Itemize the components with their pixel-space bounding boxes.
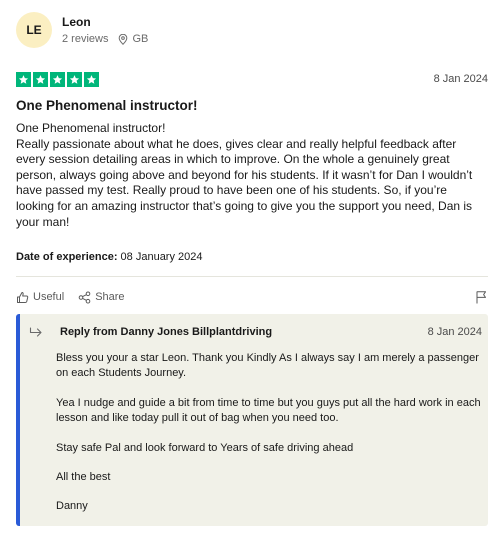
reviewer-meta: 2 reviews GB xyxy=(62,33,148,46)
date-of-experience-value: 08 January 2024 xyxy=(120,251,203,263)
reviewer-header: LE Leon 2 reviews GB xyxy=(16,12,148,48)
reply-date: 8 Jan 2024 xyxy=(427,326,482,338)
star-icon xyxy=(33,71,48,87)
reply-paragraph: Bless you your a star Leon. Thank you Ki… xyxy=(56,352,479,380)
reply-paragraph: All the best xyxy=(56,471,111,484)
divider xyxy=(16,276,488,277)
reply-author: Reply from Danny Jones Billplantdriving xyxy=(60,326,273,338)
reply-paragraph: Stay safe Pal and look forward to Years … xyxy=(56,441,354,454)
rating-row: 8 Jan 2024 xyxy=(16,70,488,88)
star-icon xyxy=(16,71,31,87)
star-icon xyxy=(67,71,82,87)
flag-icon[interactable] xyxy=(475,290,488,304)
date-of-experience: Date of experience: 08 January 2024 xyxy=(16,251,203,263)
review-body-line: Really passionate about what he does, gi… xyxy=(16,136,473,229)
share-label: Share xyxy=(95,291,125,303)
star-rating xyxy=(16,71,99,87)
review-date: 8 Jan 2024 xyxy=(433,73,488,85)
share-icon xyxy=(78,291,91,304)
share-button[interactable]: Share xyxy=(78,291,125,304)
review-actions: Useful Share xyxy=(16,288,488,306)
review-title: One Phenomenal instructor! xyxy=(16,98,198,113)
useful-label: Useful xyxy=(33,291,65,303)
review-count: 2 reviews xyxy=(62,32,109,45)
avatar[interactable]: LE xyxy=(16,12,52,48)
reply-paragraph: Danny xyxy=(56,500,88,513)
location-pin-icon xyxy=(118,33,128,45)
thumbs-up-icon xyxy=(16,291,29,304)
reply-header: Reply from Danny Jones Billplantdriving … xyxy=(28,325,482,339)
reviewer-name[interactable]: Leon xyxy=(62,15,148,29)
review-body: One Phenomenal instructor! Really passio… xyxy=(16,121,486,230)
reviewer-location: GB xyxy=(118,33,148,46)
review-body-line: One Phenomenal instructor! xyxy=(16,121,166,135)
star-icon xyxy=(50,71,65,87)
star-icon xyxy=(84,71,99,87)
reviewer-info: Leon 2 reviews GB xyxy=(62,15,148,46)
date-of-experience-label: Date of experience: xyxy=(16,251,118,263)
reply-body: Bless you your a star Leon. Thank you Ki… xyxy=(56,351,482,529)
reply-arrow-icon xyxy=(28,325,52,339)
reviewer-country: GB xyxy=(132,32,149,45)
useful-button[interactable]: Useful xyxy=(16,291,64,304)
company-reply: Reply from Danny Jones Billplantdriving … xyxy=(16,314,488,526)
reply-paragraph: Yea I nudge and guide a bit from time to… xyxy=(56,396,481,425)
